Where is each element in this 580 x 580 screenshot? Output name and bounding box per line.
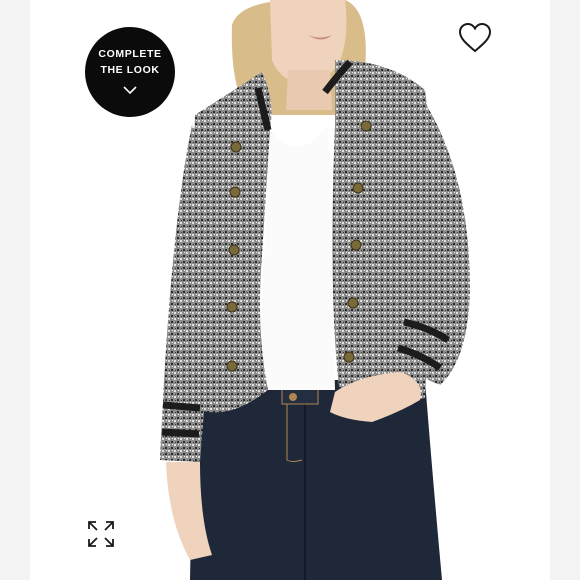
- expand-image-button[interactable]: [86, 519, 116, 549]
- expand-arrows-icon: [88, 521, 114, 547]
- heart-outline-icon: [458, 22, 492, 53]
- chevron-down-icon: [123, 81, 137, 99]
- product-viewer: COMPLETE THE LOOK: [0, 0, 580, 580]
- complete-the-look-line2: THE LOOK: [100, 63, 160, 76]
- left-margin: [0, 0, 30, 580]
- complete-the-look-button[interactable]: COMPLETE THE LOOK: [85, 27, 175, 117]
- complete-the-look-line1: COMPLETE: [98, 47, 162, 60]
- right-margin: [550, 0, 580, 580]
- wishlist-heart-button[interactable]: [458, 22, 492, 54]
